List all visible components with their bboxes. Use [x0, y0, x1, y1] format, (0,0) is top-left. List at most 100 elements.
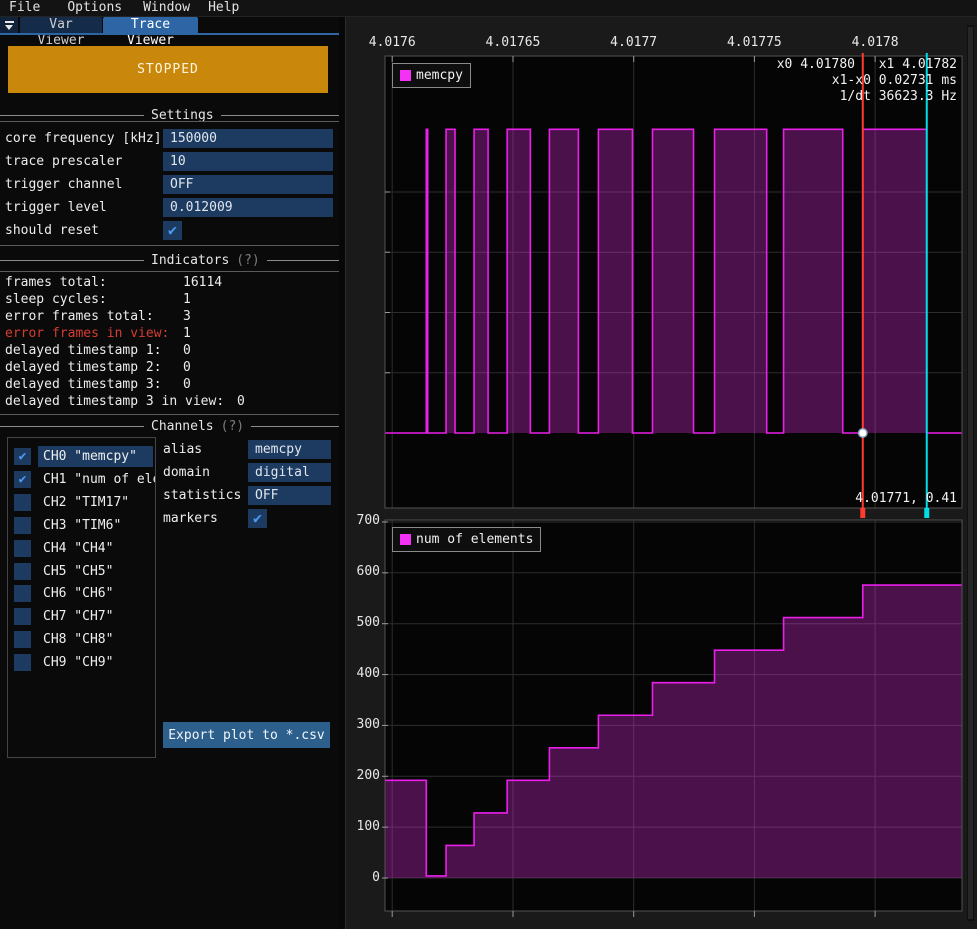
- alias-input[interactable]: memcpy: [248, 440, 331, 459]
- channels-list: CH0 "memcpy"CH1 "num of elemCH2 "TIM17"C…: [7, 437, 156, 758]
- channel-visibility-checkbox[interactable]: [14, 540, 31, 557]
- channel-label: CH8 "CH8": [43, 631, 113, 648]
- indicator-row: error frames in view:1: [0, 326, 339, 341]
- channel-row-3[interactable]: CH3 "TIM6": [8, 517, 155, 539]
- trace-prescaler-input[interactable]: 10: [163, 152, 333, 171]
- left-sidebar: Var Viewer Trace Viewer STOPPED Settings…: [0, 17, 339, 929]
- acquisition-state-button[interactable]: STOPPED: [8, 46, 328, 93]
- plots-canvas[interactable]: [346, 17, 977, 929]
- cursor-readout: 4.01771, 0.41: [855, 491, 957, 506]
- channel-visibility-checkbox[interactable]: [14, 448, 31, 465]
- indicator-label: sleep cycles:: [5, 292, 107, 307]
- indicator-row: delayed timestamp 2:0: [0, 360, 339, 375]
- channel-visibility-checkbox[interactable]: [14, 608, 31, 625]
- trigger-level-input[interactable]: 0.012009: [163, 198, 333, 217]
- channel-row-1[interactable]: CH1 "num of elem: [8, 471, 155, 493]
- domain-label: domain: [163, 463, 210, 482]
- channel-row-0[interactable]: CH0 "memcpy": [8, 448, 155, 470]
- x-tick-label: 4.0178: [852, 36, 899, 50]
- channel-row-4[interactable]: CH4 "CH4": [8, 540, 155, 562]
- num-elements-swatch-icon: [400, 534, 411, 545]
- channel-label: CH3 "TIM6": [43, 517, 121, 534]
- indicator-row: error frames total:3: [0, 309, 339, 324]
- channel-label: CH7 "CH7": [43, 608, 113, 625]
- channels-header: Channels(?): [0, 419, 339, 433]
- app-window: File Options Window Help Var Viewer Trac…: [0, 0, 977, 929]
- channel-row-2[interactable]: CH2 "TIM17": [8, 494, 155, 516]
- channel-row-6[interactable]: CH6 "CH6": [8, 585, 155, 607]
- y-tick-label: 0: [346, 871, 380, 885]
- indicator-value: 0: [183, 377, 191, 392]
- tab-bar: Var Viewer Trace Viewer: [0, 17, 339, 35]
- channel-visibility-checkbox[interactable]: [14, 494, 31, 511]
- trace-prescaler-label: trace prescaler: [5, 152, 122, 171]
- x-tick-label: 4.01765: [486, 36, 541, 50]
- indicator-value: 0: [183, 343, 191, 358]
- channel-row-8[interactable]: CH8 "CH8": [8, 631, 155, 653]
- markers-checkbox[interactable]: [248, 509, 267, 528]
- channel-visibility-checkbox[interactable]: [14, 654, 31, 671]
- indicator-label: error frames total:: [5, 309, 154, 324]
- y-tick-label: 300: [346, 718, 380, 732]
- top-plot-legend[interactable]: memcpy: [392, 63, 471, 88]
- channel-label: CH6 "CH6": [43, 585, 113, 602]
- menu-window[interactable]: Window: [134, 0, 199, 17]
- indicator-row: frames total:16114: [0, 275, 339, 290]
- indicator-label: error frames in view:: [5, 326, 169, 341]
- statistics-label: statistics: [163, 486, 241, 505]
- channel-visibility-checkbox[interactable]: [14, 585, 31, 602]
- indicator-row: delayed timestamp 3:0: [0, 377, 339, 392]
- trigger-level-label: trigger level: [5, 198, 107, 217]
- channel-visibility-checkbox[interactable]: [14, 631, 31, 648]
- indicator-value: 0: [183, 360, 191, 375]
- trigger-channel-label: trigger channel: [5, 175, 122, 194]
- indicator-value: 0: [237, 394, 245, 409]
- indicators-header: Indicators(?): [0, 253, 339, 267]
- channels-help-icon[interactable]: (?): [221, 419, 244, 434]
- bottom-plot-legend[interactable]: num of elements: [392, 527, 541, 552]
- x-tick-label: 4.0177: [610, 36, 657, 50]
- channel-visibility-checkbox[interactable]: [14, 563, 31, 580]
- export-csv-button[interactable]: Export plot to *.csv: [163, 722, 330, 748]
- marker-freq-annotation: 1/dt 36623.3 Hz: [840, 89, 957, 104]
- indicators-help-icon[interactable]: (?): [236, 253, 259, 268]
- indicator-row: delayed timestamp 1:0: [0, 343, 339, 358]
- core-frequency-label: core frequency [kHz]: [5, 129, 162, 148]
- y-tick-label: 700: [346, 514, 380, 528]
- core-frequency-input[interactable]: 150000: [163, 129, 333, 148]
- indicator-row: sleep cycles:1: [0, 292, 339, 307]
- tab-overflow-button[interactable]: [0, 17, 18, 33]
- menu-options[interactable]: Options: [58, 0, 131, 17]
- menu-help[interactable]: Help: [199, 0, 248, 17]
- marker-x0-annotation: x0 4.01780: [777, 57, 855, 72]
- y-tick-label: 100: [346, 820, 380, 834]
- channel-row-7[interactable]: CH7 "CH7": [8, 608, 155, 630]
- channel-label: CH0 "memcpy": [43, 448, 137, 465]
- domain-select[interactable]: digital: [248, 463, 331, 482]
- settings-header: Settings: [0, 108, 339, 122]
- indicator-label: delayed timestamp 3 in view:: [5, 394, 224, 409]
- channel-row-9[interactable]: CH9 "CH9": [8, 654, 155, 676]
- indicator-label: frames total:: [5, 275, 107, 290]
- plot-scrollbar[interactable]: [967, 25, 974, 921]
- y-tick-label: 500: [346, 616, 380, 630]
- channel-visibility-checkbox[interactable]: [14, 471, 31, 488]
- x-tick-label: 4.01775: [727, 36, 782, 50]
- channel-label: CH9 "CH9": [43, 654, 113, 671]
- separator: [0, 245, 339, 246]
- statistics-select[interactable]: OFF: [248, 486, 331, 505]
- menu-file[interactable]: File: [0, 0, 49, 17]
- marker-delta-annotation: x1-x0 0.02731 ms: [832, 73, 957, 88]
- separator: [0, 414, 339, 415]
- separator: [0, 271, 339, 272]
- memcpy-swatch-icon: [400, 70, 411, 81]
- channel-label: CH4 "CH4": [43, 540, 113, 557]
- plot-panel: memcpy num of elements x0 4.01780 x1 4.0…: [345, 17, 977, 929]
- trigger-channel-select[interactable]: OFF: [163, 175, 333, 194]
- tab-trace-viewer[interactable]: Trace Viewer: [103, 17, 198, 33]
- channel-row-5[interactable]: CH5 "CH5": [8, 563, 155, 585]
- tab-var-viewer[interactable]: Var Viewer: [20, 17, 102, 33]
- should-reset-checkbox[interactable]: [163, 221, 182, 240]
- x-tick-label: 4.0176: [369, 36, 416, 50]
- channel-visibility-checkbox[interactable]: [14, 517, 31, 534]
